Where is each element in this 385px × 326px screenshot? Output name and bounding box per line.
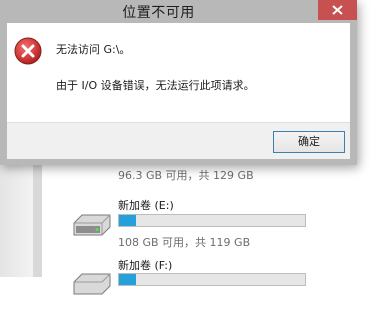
drive-capacity-fill <box>119 215 136 226</box>
drive-capacity-fill <box>119 274 136 285</box>
dialog-title-bar[interactable]: 位置不可用 <box>0 0 357 23</box>
drive-item-f[interactable]: 新加卷 (F:) <box>70 256 370 326</box>
drive-capacity-bar <box>118 273 306 286</box>
drive-item-e[interactable]: 新加卷 (E:) 108 GB 可用，共 119 GB <box>70 193 370 263</box>
error-icon <box>14 37 42 65</box>
drive-capacity-bar <box>118 214 306 227</box>
error-detail: 由于 I/O 设备错误，无法运行此项请求。 <box>56 79 255 92</box>
close-icon <box>332 5 343 15</box>
drive-name: 新加卷 (E:) <box>118 199 174 212</box>
dialog-footer: 确定 <box>7 122 350 159</box>
close-button[interactable] <box>318 0 357 20</box>
hard-drive-icon <box>73 214 111 236</box>
ok-button[interactable]: 确定 <box>273 131 345 153</box>
error-dialog: 位置不可用 无法访问 G:\。 由于 I/O 设备错误，无法运行此项请求。 确定 <box>0 0 357 165</box>
hard-drive-icon <box>73 273 111 295</box>
error-message: 无法访问 G:\。 <box>56 43 131 56</box>
drive-name: 新加卷 (F:) <box>118 259 173 272</box>
dialog-title: 位置不可用 <box>122 5 195 21</box>
drive-size-text: 108 GB 可用，共 119 GB <box>118 236 251 249</box>
drive-size-text: 96.3 GB 可用，共 129 GB <box>118 169 254 182</box>
dialog-body: 无法访问 G:\。 由于 I/O 设备错误，无法运行此项请求。 <box>7 23 350 122</box>
